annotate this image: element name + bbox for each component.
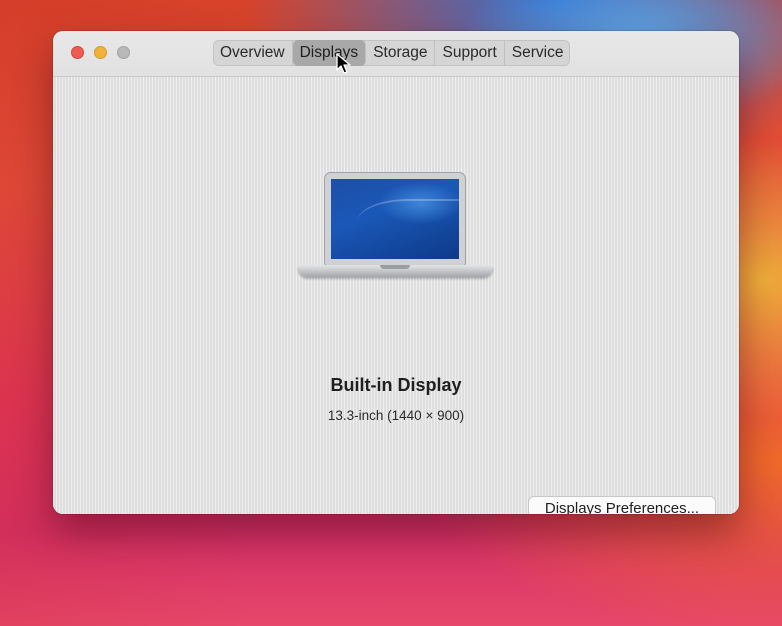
- about-this-mac-window: Overview Displays Storage Support Servic…: [53, 31, 739, 514]
- tab-storage[interactable]: Storage: [366, 40, 436, 66]
- zoom-icon[interactable]: [117, 46, 130, 59]
- display-name: Built-in Display: [330, 375, 462, 395]
- displays-preferences-button[interactable]: Displays Preferences...: [529, 497, 715, 514]
- display-spec: 13.3-inch (1440 × 900): [327, 408, 465, 423]
- tab-displays[interactable]: Displays: [292, 40, 367, 66]
- tab-support[interactable]: Support: [435, 40, 505, 66]
- close-icon[interactable]: [71, 46, 84, 59]
- tab-service[interactable]: Service: [505, 40, 571, 66]
- tab-overview[interactable]: Overview: [213, 40, 293, 66]
- laptop-lid: [325, 173, 465, 265]
- minimize-icon[interactable]: [94, 46, 107, 59]
- laptop-notch: [380, 265, 410, 269]
- laptop-screen: [331, 179, 459, 259]
- macbook-air-icon: [298, 173, 493, 285]
- tab-bar: Overview Displays Storage Support Servic…: [213, 40, 571, 66]
- displays-panel: Built-in Display 13.3-inch (1440 × 900) …: [53, 77, 739, 514]
- titlebar: Overview Displays Storage Support Servic…: [53, 31, 739, 77]
